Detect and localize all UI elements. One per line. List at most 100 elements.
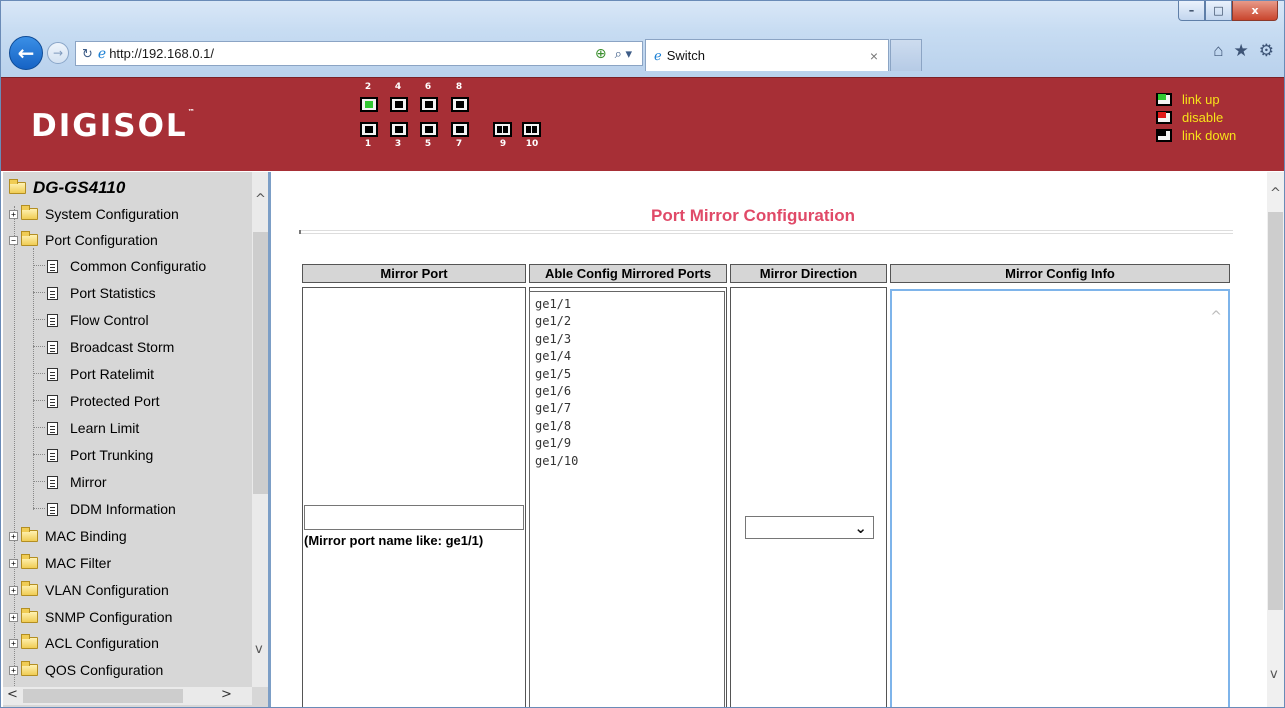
tree-root[interactable]: DG-GS4110 bbox=[9, 178, 125, 198]
port-label: 8 bbox=[455, 82, 463, 92]
arrow-left-icon: ← bbox=[17, 41, 35, 65]
tree-item-label: DDM Information bbox=[70, 501, 176, 517]
tree-item-vlan-configuration[interactable]: + VLAN Configuration bbox=[9, 581, 169, 598]
tree-item-qos-configuration[interactable]: + QOS Configuration bbox=[9, 661, 163, 678]
browser-tab[interactable]: ℯ Switch × bbox=[645, 39, 889, 71]
list-item[interactable]: ge1/3 bbox=[535, 331, 724, 348]
compatibility-icon[interactable]: ⊕ bbox=[595, 45, 607, 62]
list-item[interactable]: ge1/6 bbox=[535, 383, 724, 400]
tree-item-ddm-information[interactable]: DDM Information bbox=[27, 501, 176, 517]
tree-item-snmp-configuration[interactable]: + SNMP Configuration bbox=[9, 608, 172, 625]
chevron-up-icon[interactable]: ^ bbox=[255, 192, 266, 207]
tree-connector bbox=[33, 481, 45, 482]
url-text[interactable]: http://192.168.0.1/ bbox=[109, 46, 595, 61]
home-icon[interactable]: ⌂ bbox=[1213, 41, 1223, 61]
main-vertical-scrollbar[interactable]: ^ v bbox=[1267, 172, 1284, 707]
mirrored-ports-listbox[interactable]: ge1/1 ge1/2 ge1/3 ge1/4 ge1/5 ge1/6 ge1/… bbox=[529, 291, 725, 707]
close-button[interactable]: x bbox=[1232, 1, 1278, 21]
expand-icon[interactable]: + bbox=[9, 585, 18, 595]
chevron-down-icon[interactable]: v bbox=[1270, 667, 1278, 682]
scrollbar-thumb[interactable] bbox=[23, 689, 183, 703]
logo-tm: ™ bbox=[187, 108, 195, 116]
list-item[interactable]: ge1/4 bbox=[535, 348, 724, 365]
forward-button[interactable]: → bbox=[47, 42, 69, 64]
tree-item-label: Flow Control bbox=[70, 312, 149, 328]
address-bar[interactable]: ↻ ℯ http://192.168.0.1/ ⊕ ⌕ ▾ bbox=[75, 41, 643, 66]
back-button[interactable]: ← bbox=[9, 36, 43, 70]
port-2-icon[interactable] bbox=[360, 97, 378, 112]
expand-icon[interactable]: + bbox=[9, 638, 18, 648]
chevron-left-icon[interactable]: < bbox=[7, 687, 18, 702]
list-item[interactable]: ge1/1 bbox=[535, 296, 724, 313]
expand-icon[interactable]: + bbox=[9, 531, 18, 541]
port-7-icon[interactable] bbox=[451, 122, 469, 137]
port-label: 9 bbox=[499, 139, 507, 149]
list-item[interactable]: ge1/2 bbox=[535, 313, 724, 330]
list-item[interactable]: ge1/9 bbox=[535, 435, 724, 452]
navigation-tree: DG-GS4110 + System Configuration − Port Co… bbox=[3, 172, 271, 707]
expand-icon[interactable]: + bbox=[9, 209, 18, 219]
tree-item-mac-filter[interactable]: + MAC Filter bbox=[9, 554, 111, 571]
port-8-icon[interactable] bbox=[451, 97, 469, 112]
tree-connector bbox=[33, 427, 45, 428]
collapse-icon[interactable]: − bbox=[9, 235, 18, 245]
tree-item-protected-port[interactable]: Protected Port bbox=[27, 393, 160, 409]
chevron-up-icon[interactable]: ^ bbox=[1270, 186, 1281, 201]
digisol-logo: DIGISOL™ bbox=[31, 108, 195, 144]
page-icon bbox=[47, 313, 58, 327]
port-label: 2 bbox=[364, 82, 372, 92]
page-icon bbox=[47, 502, 58, 516]
maximize-button[interactable]: □ bbox=[1205, 1, 1232, 21]
mirror-config-info-textarea[interactable]: ^ bbox=[890, 289, 1230, 707]
chevron-down-icon[interactable]: v bbox=[255, 642, 263, 657]
expand-icon[interactable]: + bbox=[9, 558, 18, 568]
list-item[interactable]: ge1/8 bbox=[535, 418, 724, 435]
list-item[interactable]: ge1/10 bbox=[535, 453, 724, 470]
chevron-right-icon[interactable]: > bbox=[221, 687, 232, 702]
port-label: 5 bbox=[424, 139, 432, 149]
tree-item-common-configuration[interactable]: Common Configuratio bbox=[27, 258, 206, 274]
tree-item-system-configuration[interactable]: + System Configuration bbox=[9, 205, 179, 222]
tree-item-label: MAC Binding bbox=[45, 528, 127, 544]
port-6-icon[interactable] bbox=[420, 97, 438, 112]
folder-icon bbox=[21, 554, 38, 569]
expand-icon[interactable]: + bbox=[9, 612, 18, 622]
tree-item-port-trunking[interactable]: Port Trunking bbox=[27, 447, 153, 463]
tree-item-mirror[interactable]: Mirror bbox=[27, 474, 107, 490]
tree-item-port-configuration[interactable]: − Port Configuration bbox=[9, 231, 158, 248]
mirror-port-input[interactable] bbox=[304, 505, 524, 530]
scrollbar-thumb[interactable] bbox=[1268, 212, 1283, 610]
search-dropdown-icon[interactable]: ⌕ ▾ bbox=[615, 46, 632, 62]
tree-item-port-ratelimit[interactable]: Port Ratelimit bbox=[27, 366, 154, 382]
tree-item-port-statistics[interactable]: Port Statistics bbox=[27, 285, 156, 301]
expand-icon[interactable]: + bbox=[9, 665, 18, 675]
page-icon bbox=[47, 421, 58, 435]
port-4-icon[interactable] bbox=[390, 97, 408, 112]
list-item[interactable]: ge1/5 bbox=[535, 366, 724, 383]
disabled-port-icon bbox=[1156, 111, 1172, 124]
minimize-button[interactable]: – bbox=[1178, 1, 1205, 21]
port-5-icon[interactable] bbox=[420, 122, 438, 137]
tree-item-mac-binding[interactable]: + MAC Binding bbox=[9, 527, 127, 544]
new-tab-button[interactable] bbox=[890, 39, 922, 71]
tree-vertical-scrollbar[interactable]: ^ v bbox=[252, 172, 268, 687]
port-1-icon[interactable] bbox=[360, 122, 378, 137]
star-icon[interactable]: ★ bbox=[1234, 41, 1249, 61]
port-9-sfp-icon[interactable] bbox=[493, 122, 512, 137]
tree-connector bbox=[33, 373, 45, 374]
tree-item-acl-configuration[interactable]: + ACL Configuration bbox=[9, 634, 159, 651]
tree-item-flow-control[interactable]: Flow Control bbox=[27, 312, 149, 328]
tree-horizontal-scrollbar[interactable]: < > bbox=[3, 687, 252, 705]
tree-item-learn-limit[interactable]: Learn Limit bbox=[27, 420, 139, 436]
refresh-icon[interactable]: ↻ bbox=[82, 46, 93, 62]
page-icon bbox=[47, 367, 58, 381]
gear-icon[interactable]: ⚙ bbox=[1259, 41, 1274, 61]
close-tab-icon[interactable]: × bbox=[870, 48, 878, 64]
scrollbar-thumb[interactable] bbox=[253, 232, 268, 494]
tree-item-broadcast-storm[interactable]: Broadcast Storm bbox=[27, 339, 174, 355]
tree-connector bbox=[33, 400, 45, 401]
port-10-sfp-icon[interactable] bbox=[522, 122, 541, 137]
list-item[interactable]: ge1/7 bbox=[535, 400, 724, 417]
port-3-icon[interactable] bbox=[390, 122, 408, 137]
mirror-direction-select[interactable]: ⌄ bbox=[745, 516, 874, 539]
